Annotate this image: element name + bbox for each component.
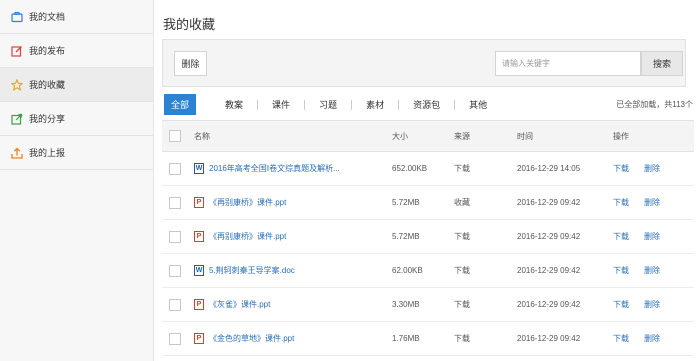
load-summary: 已全部加载，共113个 (616, 100, 693, 109)
file-name-link[interactable]: 《金色的草地》课件.ppt (209, 333, 294, 344)
file-source: 下载 (454, 266, 470, 275)
header-size: 大小 (392, 131, 408, 141)
main-content: 我的收藏 删除 搜索 全部 教案 课件 习题 素材 资源包 其他 已全部加载，共… (154, 0, 700, 361)
select-all-checkbox[interactable] (169, 130, 181, 142)
file-size: 5.72MB (392, 198, 420, 207)
sidebar-item-label: 我的分享 (29, 114, 66, 124)
tab-all[interactable]: 全部 (164, 94, 197, 115)
tab-divider (304, 99, 306, 110)
tab-materials[interactable]: 素材 (366, 94, 384, 115)
file-size: 62.00KB (392, 266, 423, 275)
table-row: P 《再别康桥》课件.ppt 5.72MB 下载 2016-12-29 09:42… (162, 220, 694, 254)
tab-lesson-plans[interactable]: 教案 (225, 94, 243, 115)
sidebar-item-shares[interactable]: 我的分享 (0, 102, 153, 136)
file-name-link[interactable]: 5.荆轲刺秦王导学案.doc (209, 265, 295, 276)
download-link[interactable]: 下载 (613, 163, 629, 174)
download-link[interactable]: 下载 (613, 231, 629, 242)
delete-link[interactable]: 删除 (644, 299, 660, 310)
ppt-file-icon: P (194, 197, 204, 208)
file-time: 2016-12-29 09:42 (517, 266, 581, 275)
file-source: 收藏 (454, 198, 470, 207)
header-name: 名称 (194, 131, 210, 141)
delete-link[interactable]: 删除 (644, 197, 660, 208)
toolbar: 删除 搜索 (162, 39, 686, 87)
sidebar-item-label: 我的文档 (29, 12, 66, 22)
tab-courseware[interactable]: 课件 (272, 94, 290, 115)
file-name-link[interactable]: 《再别康桥》课件.ppt (209, 197, 286, 208)
table-row: P 《金色的草地》课件.ppt 1.76MB 下载 2016-12-29 09:4… (162, 322, 694, 356)
delete-link[interactable]: 删除 (644, 333, 660, 344)
star-icon (11, 78, 23, 91)
tab-divider (398, 99, 400, 110)
tab-other[interactable]: 其他 (469, 94, 487, 115)
row-checkbox[interactable] (169, 162, 181, 175)
file-source: 下载 (454, 232, 470, 241)
sidebar: 我的文档 我的发布 我的收藏 我的分享 我的上报 (0, 0, 154, 361)
delete-link[interactable]: 删除 (644, 163, 660, 174)
download-link[interactable]: 下载 (613, 333, 629, 344)
file-time: 2016-12-29 09:42 (517, 334, 581, 343)
search-button[interactable]: 搜索 (641, 51, 683, 76)
table-row: P 《灰雀》课件.ppt 3.30MB 下载 2016-12-29 09:42 下… (162, 288, 694, 322)
sidebar-item-documents[interactable]: 我的文档 (0, 0, 153, 34)
table-row: W 2016年高考全国Ⅰ卷文综真题及解析... 652.00KB 下载 2016-… (162, 152, 694, 186)
file-name-link[interactable]: 《灰雀》课件.ppt (209, 299, 270, 310)
tab-divider (351, 99, 353, 110)
row-checkbox[interactable] (169, 332, 181, 345)
header-source: 来源 (454, 131, 470, 141)
sidebar-item-published[interactable]: 我的发布 (0, 34, 153, 68)
header-time: 时间 (517, 131, 533, 141)
table-row: W 5.荆轲刺秦王导学案.doc 62.00KB 下载 2016-12-29 09… (162, 254, 694, 288)
upload-icon (11, 147, 23, 159)
file-time: 2016-12-29 14:05 (517, 164, 581, 173)
download-link[interactable]: 下载 (613, 265, 629, 276)
ppt-file-icon: P (194, 299, 204, 310)
tab-divider (210, 100, 211, 110)
ppt-file-icon: P (194, 231, 204, 242)
file-name-link[interactable]: 《再别康桥》课件.ppt (209, 231, 286, 242)
delete-link[interactable]: 删除 (644, 231, 660, 242)
table-header: 名称 大小 来源 时间 操作 (162, 120, 694, 152)
header-actions: 操作 (613, 131, 629, 141)
category-tabs: 全部 教案 课件 习题 素材 资源包 其他 (164, 94, 487, 115)
tab-divider (454, 99, 456, 110)
page-title: 我的收藏 (163, 17, 216, 32)
sidebar-item-label: 我的发布 (29, 46, 66, 56)
download-link[interactable]: 下载 (613, 197, 629, 208)
edit-icon (11, 45, 23, 57)
delete-link[interactable]: 删除 (644, 265, 660, 276)
sidebar-item-reports[interactable]: 我的上报 (0, 136, 153, 170)
file-source: 下载 (454, 300, 470, 309)
ppt-file-icon: P (194, 333, 204, 344)
download-link[interactable]: 下载 (613, 299, 629, 310)
file-time: 2016-12-29 09:42 (517, 198, 581, 207)
briefcase-icon (11, 11, 23, 23)
file-time: 2016-12-29 09:42 (517, 232, 581, 241)
tab-exercises[interactable]: 习题 (319, 94, 337, 115)
tab-resource-packs[interactable]: 资源包 (413, 94, 440, 115)
file-source: 下载 (454, 164, 470, 173)
file-size: 5.72MB (392, 232, 420, 241)
file-source: 下载 (454, 334, 470, 343)
search-input[interactable] (495, 51, 641, 76)
file-time: 2016-12-29 09:42 (517, 300, 581, 309)
file-name-link[interactable]: 2016年高考全国Ⅰ卷文综真题及解析... (209, 163, 340, 174)
row-checkbox[interactable] (169, 230, 181, 243)
sidebar-item-label: 我的上报 (29, 148, 66, 158)
file-size: 3.30MB (392, 300, 420, 309)
sidebar-item-favorites[interactable]: 我的收藏 (0, 68, 153, 102)
row-checkbox[interactable] (169, 264, 181, 277)
tab-divider (257, 99, 259, 110)
sidebar-item-label: 我的收藏 (29, 80, 66, 90)
row-checkbox[interactable] (169, 298, 181, 311)
share-icon (11, 113, 23, 125)
file-size: 1.76MB (392, 334, 420, 343)
table-row: P 《再别康桥》课件.ppt 5.72MB 收藏 2016-12-29 09:42… (162, 186, 694, 220)
delete-button[interactable]: 删除 (174, 51, 207, 76)
file-size: 652.00KB (392, 164, 428, 173)
word-file-icon: W (194, 163, 204, 174)
favorites-table: 名称 大小 来源 时间 操作 W 2016年高考全国Ⅰ卷文综真题及解析... 65… (162, 120, 694, 356)
row-checkbox[interactable] (169, 196, 181, 209)
word-file-icon: W (194, 265, 204, 276)
